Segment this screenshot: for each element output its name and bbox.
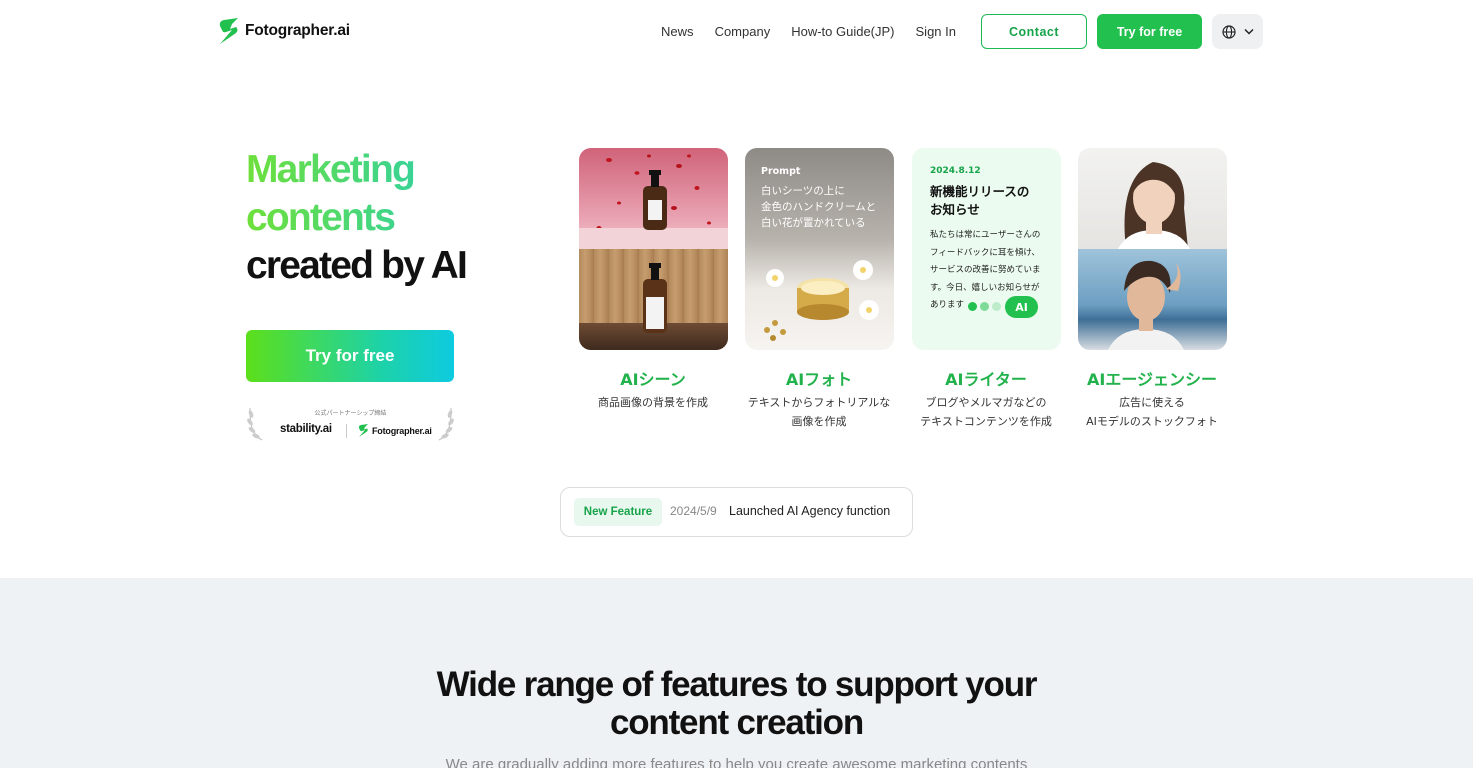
writer-post-title-line1: 新機能リリースの bbox=[930, 184, 1030, 199]
fotographer-logo-icon bbox=[358, 424, 368, 437]
writer-post-title: 新機能リリースの お知らせ bbox=[930, 183, 1029, 219]
ai-photo-title: AIフォト bbox=[785, 370, 853, 389]
hero-title-line1: Marketing bbox=[246, 146, 466, 194]
fotographer-partner-logo: Fotographer.ai bbox=[358, 423, 432, 438]
photo-prompt-line2: 金色のハンドクリームと bbox=[761, 201, 877, 213]
typing-dot bbox=[992, 302, 1001, 311]
rose-petals-illustration bbox=[579, 154, 728, 249]
logo[interactable]: Fotographer.ai bbox=[218, 17, 350, 45]
product-bottle-illustration bbox=[643, 263, 667, 333]
ai-photo-desc-line2: 画像を作成 bbox=[791, 415, 847, 428]
globe-icon bbox=[1221, 24, 1236, 39]
laurel-right-icon bbox=[438, 407, 454, 441]
ai-agency-desc-line2: AIモデルのストックフォト bbox=[1086, 415, 1218, 428]
try-for-free-nav-button[interactable]: Try for free bbox=[1097, 14, 1202, 49]
new-feature-badge: New Feature bbox=[574, 498, 662, 526]
ai-scene-card[interactable] bbox=[579, 148, 728, 350]
writer-body-line1: 私たちは常にユーザーさんの bbox=[930, 230, 1041, 240]
ai-writer-card[interactable]: 2024.8.12 新機能リリースの お知らせ 私たちは常にユーザーさんの フィ… bbox=[912, 148, 1061, 350]
features-subtitle: We are gradually adding more features to… bbox=[445, 756, 1028, 768]
ai-scene-title: AIシーン bbox=[620, 370, 686, 389]
ai-writer-desc-line2: テキストコンテンツを作成 bbox=[920, 415, 1052, 428]
ai-writer-desc: ブログやメルマガなどの テキストコンテンツを作成 bbox=[891, 393, 1081, 431]
writer-body-line3: サービスの改善に努めていま bbox=[930, 265, 1041, 275]
photo-prompt-line1: 白いシーツの上に bbox=[761, 185, 845, 197]
ai-scene-desc: 商品画像の背景を作成 bbox=[558, 393, 748, 412]
features-title: Wide range of features to support your c… bbox=[0, 666, 1473, 742]
stability-ai-logo: stability.ai bbox=[280, 423, 332, 435]
ai-agency-card[interactable] bbox=[1078, 148, 1227, 350]
writer-post-date: 2024.8.12 bbox=[930, 166, 981, 176]
partner-caption: 公式パートナーシップ締結 bbox=[314, 410, 387, 417]
nav-company[interactable]: Company bbox=[715, 24, 771, 39]
typing-dot bbox=[980, 302, 989, 311]
features-title-line2: content creation bbox=[609, 703, 864, 742]
ai-agency-desc: 広告に使える AIモデルのストックフォト bbox=[1057, 393, 1247, 431]
try-for-free-hero-button[interactable]: Try for free bbox=[246, 330, 454, 382]
ai-agency-desc-line1: 広告に使える bbox=[1119, 396, 1185, 409]
news-banner[interactable]: New Feature 2024/5/9 Launched AI Agency … bbox=[560, 487, 913, 537]
logo-text: Fotographer.ai bbox=[245, 22, 350, 39]
hero-title-line2: contents bbox=[246, 194, 466, 242]
partnership-badge: 公式パートナーシップ締結 stability.ai Fotographer.ai bbox=[246, 402, 455, 442]
ai-photo-desc: テキストからフォトリアルな 画像を作成 bbox=[724, 393, 914, 431]
fotographer-logo-icon bbox=[219, 18, 238, 44]
nav-news[interactable]: News bbox=[661, 24, 694, 39]
woman-model-illustration bbox=[1118, 162, 1190, 249]
photo-prompt-label: Prompt bbox=[761, 166, 801, 177]
partner-divider bbox=[346, 424, 347, 438]
ai-writer-title: AIライター bbox=[945, 370, 1027, 389]
cream-jar-illustration bbox=[764, 260, 879, 341]
ai-photo-card[interactable]: Prompt 白いシーツの上に 金色のハンドクリームと 白い花が置かれている bbox=[745, 148, 894, 350]
ai-scene-desc-line1: 商品画像の背景を作成 bbox=[598, 396, 708, 409]
hero-title: Marketing contents created by AI bbox=[246, 146, 468, 290]
contact-button[interactable]: Contact bbox=[981, 14, 1087, 49]
features-section: Wide range of features to support your c… bbox=[0, 578, 1473, 768]
site-header: Fotographer.ai News Company How-to Guide… bbox=[0, 0, 1473, 64]
man-model-illustration bbox=[1108, 260, 1184, 350]
typing-indicator bbox=[968, 302, 1001, 311]
writer-body-line4: す。今日、嬉しいお知らせが bbox=[930, 282, 1040, 293]
scene-image-petals bbox=[579, 148, 728, 249]
nav-howto-guide[interactable]: How-to Guide(JP) bbox=[791, 24, 894, 39]
agency-model-photo-man bbox=[1078, 249, 1227, 350]
photo-prompt-line3: 白い花が置かれている bbox=[761, 217, 866, 229]
photo-prompt-text: 白いシーツの上に 金色のハンドクリームと 白い花が置かれている bbox=[761, 183, 876, 231]
hero-title-line3: created by AI bbox=[246, 244, 468, 287]
typing-dot bbox=[968, 302, 977, 311]
features-title-line1: Wide range of features to support your bbox=[436, 665, 1038, 704]
ai-photo-desc-line1: テキストからフォトリアルな bbox=[747, 396, 891, 409]
news-date: 2024/5/9 bbox=[670, 504, 717, 518]
chevron-down-icon bbox=[1243, 28, 1254, 35]
writer-post-title-line2: お知らせ bbox=[930, 202, 980, 217]
writer-body-line2: フィードバックに耳を傾け、 bbox=[930, 247, 1040, 258]
main-nav: News Company How-to Guide(JP) Sign In Co… bbox=[661, 14, 1263, 49]
news-text[interactable]: Launched AI Agency function bbox=[729, 504, 890, 518]
language-selector[interactable] bbox=[1212, 14, 1263, 49]
agency-model-photo-woman bbox=[1078, 148, 1227, 249]
ai-agency-title: AIエージェンシー bbox=[1086, 370, 1218, 389]
ai-pill-badge: AI bbox=[1005, 296, 1038, 318]
partner-self-name: Fotographer.ai bbox=[372, 425, 432, 436]
nav-sign-in[interactable]: Sign In bbox=[916, 24, 956, 39]
ai-writer-desc-line1: ブログやメルマガなどの bbox=[925, 396, 1047, 409]
